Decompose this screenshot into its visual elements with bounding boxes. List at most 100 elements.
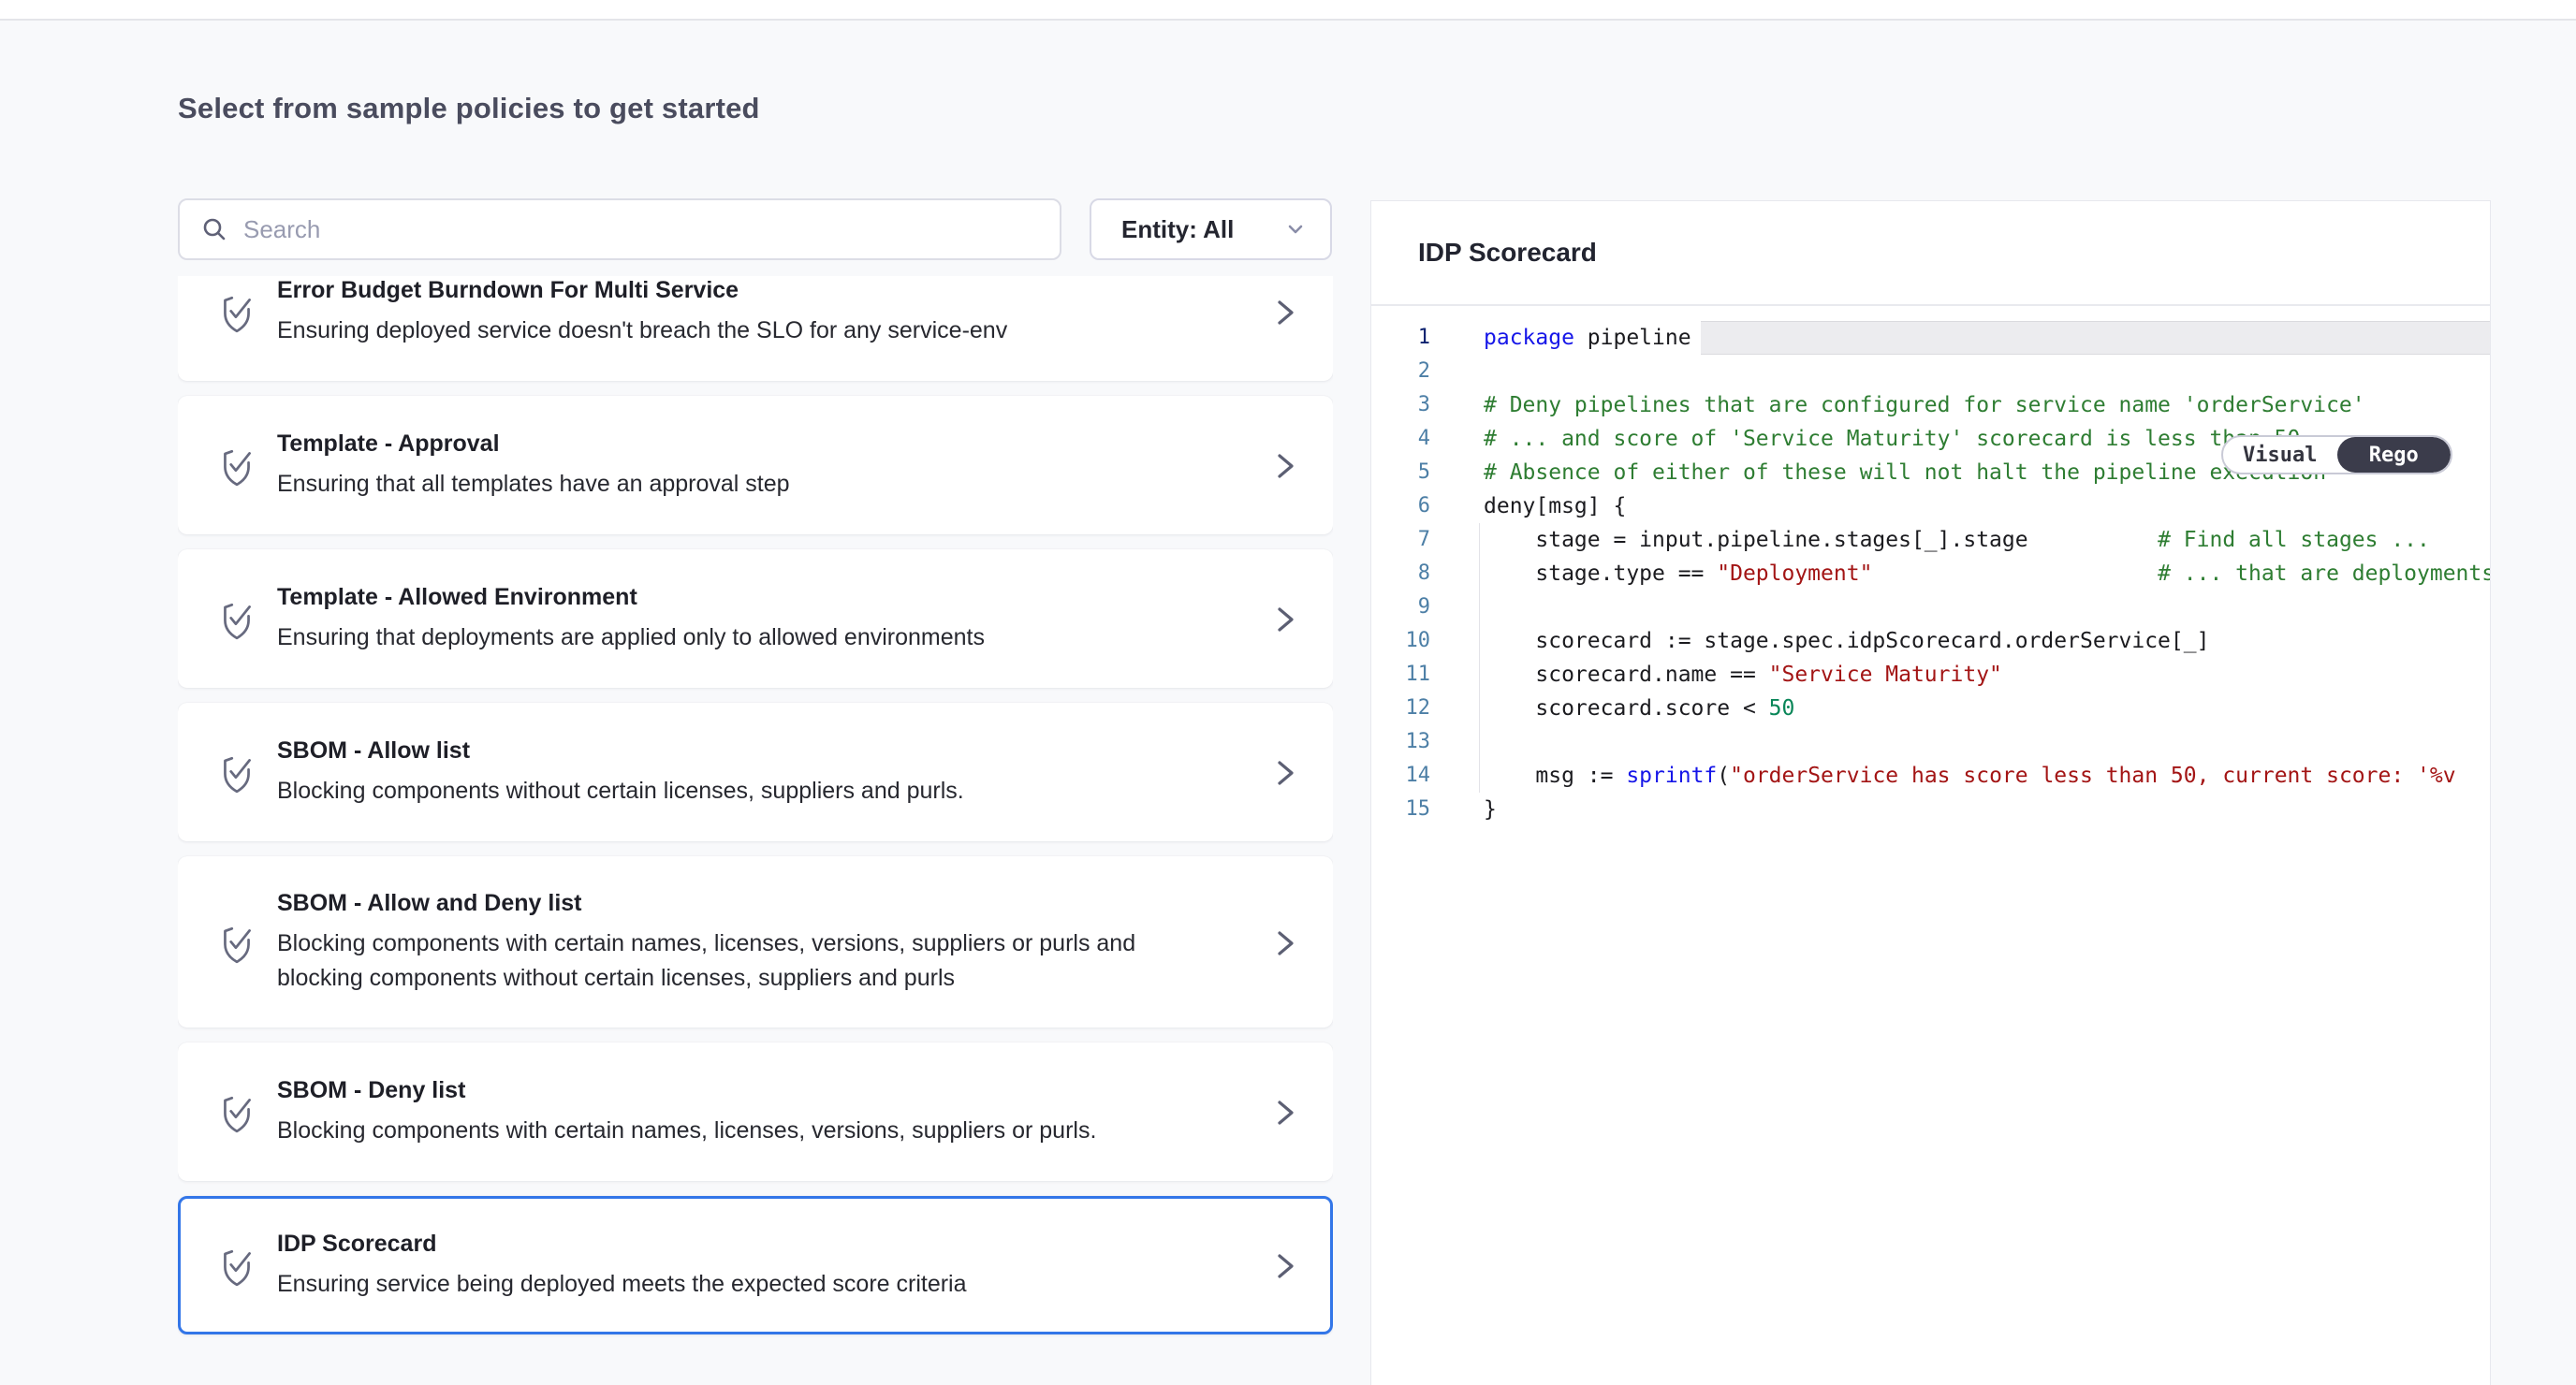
policy-sample-page: Select from sample policies to get start… bbox=[0, 0, 2576, 1385]
line-content bbox=[1479, 355, 2490, 388]
line-content: stage = input.pipeline.stages[_].stage #… bbox=[1479, 523, 2490, 557]
line-number: 7 bbox=[1371, 523, 1430, 557]
policy-description: Blocking components with certain names, … bbox=[277, 1114, 1157, 1148]
line-number: 6 bbox=[1371, 489, 1430, 523]
code-line: 7 stage = input.pipeline.stages[_].stage… bbox=[1371, 523, 2490, 557]
line-number: 9 bbox=[1371, 590, 1430, 624]
line-number: 5 bbox=[1371, 456, 1430, 489]
policy-detail-panel: IDP Scorecard 1 package pipeline 2 3 # D… bbox=[1370, 200, 2491, 1385]
code-line: 3 # Deny pipelines that are configured f… bbox=[1371, 388, 2490, 422]
search-input[interactable] bbox=[243, 215, 1039, 244]
policy-card-text: Template - Approval Ensuring that all te… bbox=[277, 430, 1157, 502]
line-number: 14 bbox=[1371, 759, 1430, 793]
code-line: 9 bbox=[1371, 590, 2490, 624]
editor-mode-toggle: Visual Rego bbox=[2221, 435, 2452, 474]
code-line: 14 msg := sprintf("orderService has scor… bbox=[1371, 759, 2490, 793]
policy-description: Ensuring that deployments are applied on… bbox=[277, 620, 1157, 655]
code-line: 13 bbox=[1371, 725, 2490, 759]
policy-card[interactable]: IDP Scorecard Ensuring service being dep… bbox=[178, 1196, 1333, 1334]
policy-card[interactable]: SBOM - Deny list Blocking components wit… bbox=[178, 1042, 1333, 1181]
policy-card-text: IDP Scorecard Ensuring service being dep… bbox=[277, 1231, 1157, 1302]
policy-card-text: SBOM - Deny list Blocking components wit… bbox=[277, 1077, 1157, 1148]
policy-title: SBOM - Deny list bbox=[277, 1077, 1157, 1104]
code-line: 10 scorecard := stage.spec.idpScorecard.… bbox=[1371, 624, 2490, 658]
policy-description: Blocking components with certain names, … bbox=[277, 926, 1157, 996]
line-content: scorecard := stage.spec.idpScorecard.ord… bbox=[1479, 624, 2490, 658]
policy-card[interactable]: Template - Approval Ensuring that all te… bbox=[178, 396, 1333, 534]
policy-title: IDP Scorecard bbox=[277, 1231, 1157, 1258]
shield-check-icon bbox=[217, 751, 256, 795]
chevron-right-icon bbox=[1271, 296, 1299, 329]
policy-title: Error Budget Burndown For Multi Service bbox=[277, 277, 1157, 304]
line-content: scorecard.score < 50 bbox=[1479, 692, 2490, 725]
chevron-right-icon bbox=[1271, 603, 1299, 636]
policy-title: SBOM - Allow and Deny list bbox=[277, 890, 1157, 917]
line-content: stage.type == "Deployment" # ... that ar… bbox=[1479, 557, 2490, 590]
line-number: 8 bbox=[1371, 557, 1430, 590]
line-number: 11 bbox=[1371, 658, 1430, 692]
policy-description: Ensuring service being deployed meets th… bbox=[277, 1267, 1157, 1302]
chevron-right-icon bbox=[1271, 756, 1299, 790]
chevron-right-icon bbox=[1271, 1249, 1299, 1283]
policy-description: Ensuring that all templates have an appr… bbox=[277, 467, 1157, 502]
rego-code-editor[interactable]: 1 package pipeline 2 3 # Deny pipelines … bbox=[1371, 306, 2490, 1382]
line-content: # Deny pipelines that are configured for… bbox=[1479, 388, 2490, 422]
policy-card-text: Template - Allowed Environment Ensuring … bbox=[277, 584, 1157, 655]
policy-description: Blocking components without certain lice… bbox=[277, 774, 1157, 809]
chevron-right-icon bbox=[1271, 1096, 1299, 1130]
entity-filter-dropdown[interactable]: Entity: All bbox=[1090, 198, 1332, 260]
shield-check-icon bbox=[217, 1245, 256, 1288]
policy-card-text: SBOM - Allow list Blocking components wi… bbox=[277, 737, 1157, 809]
line-number: 2 bbox=[1371, 355, 1430, 388]
top-strip bbox=[0, 0, 2576, 21]
policy-title: SBOM - Allow list bbox=[277, 737, 1157, 765]
line-number: 1 bbox=[1371, 321, 1430, 355]
code-line: 12 scorecard.score < 50 bbox=[1371, 692, 2490, 725]
code-line: 8 stage.type == "Deployment" # ... that … bbox=[1371, 557, 2490, 590]
code-line: 1 package pipeline bbox=[1371, 321, 2490, 355]
line-content: package pipeline bbox=[1479, 321, 2490, 355]
chevron-right-icon bbox=[1271, 449, 1299, 483]
policy-description: Ensuring deployed service doesn't breach… bbox=[277, 313, 1157, 348]
line-number: 4 bbox=[1371, 422, 1430, 456]
line-number: 13 bbox=[1371, 725, 1430, 759]
code-line: 2 bbox=[1371, 355, 2490, 388]
policy-title: Template - Approval bbox=[277, 430, 1157, 458]
policy-card[interactable]: Error Budget Burndown For Multi Service … bbox=[178, 276, 1333, 381]
line-number: 10 bbox=[1371, 624, 1430, 658]
code-line: 15 } bbox=[1371, 793, 2490, 826]
shield-check-icon bbox=[217, 291, 256, 334]
policy-card[interactable]: SBOM - Allow and Deny list Blocking comp… bbox=[178, 856, 1333, 1028]
panel-title: IDP Scorecard bbox=[1371, 201, 2490, 306]
chevron-right-icon bbox=[1271, 926, 1299, 960]
shield-check-icon bbox=[217, 445, 256, 488]
rego-tab[interactable]: Rego bbox=[2337, 437, 2452, 473]
search-icon bbox=[200, 215, 228, 243]
line-content: deny[msg] { bbox=[1479, 489, 2490, 523]
policy-card[interactable]: SBOM - Allow list Blocking components wi… bbox=[178, 703, 1333, 841]
entity-filter-label: Entity: All bbox=[1121, 215, 1234, 244]
code-lines: 1 package pipeline 2 3 # Deny pipelines … bbox=[1371, 321, 2490, 826]
policy-title: Template - Allowed Environment bbox=[277, 584, 1157, 611]
shield-check-icon bbox=[217, 1091, 256, 1134]
line-number: 12 bbox=[1371, 692, 1430, 725]
page-title: Select from sample policies to get start… bbox=[178, 92, 760, 125]
line-number: 3 bbox=[1371, 388, 1430, 422]
line-content bbox=[1479, 590, 2490, 624]
line-content: scorecard.name == "Service Maturity" bbox=[1479, 658, 2490, 692]
code-line: 6 deny[msg] { bbox=[1371, 489, 2490, 523]
shield-check-icon bbox=[217, 598, 256, 641]
code-line: 11 scorecard.name == "Service Maturity" bbox=[1371, 658, 2490, 692]
line-content bbox=[1479, 725, 2490, 759]
line-content: } bbox=[1479, 793, 2490, 826]
chevron-down-icon bbox=[1283, 217, 1308, 241]
line-content: msg := sprintf("orderService has score l… bbox=[1479, 759, 2490, 793]
visual-tab[interactable]: Visual bbox=[2223, 437, 2337, 473]
policy-card-text: SBOM - Allow and Deny list Blocking comp… bbox=[277, 890, 1157, 996]
line-number: 15 bbox=[1371, 793, 1430, 826]
policy-list: Error Budget Burndown For Multi Service … bbox=[178, 276, 1333, 1385]
policy-card-text: Error Budget Burndown For Multi Service … bbox=[277, 277, 1157, 348]
search-box[interactable] bbox=[178, 198, 1061, 260]
shield-check-icon bbox=[217, 922, 256, 965]
policy-card[interactable]: Template - Allowed Environment Ensuring … bbox=[178, 549, 1333, 688]
